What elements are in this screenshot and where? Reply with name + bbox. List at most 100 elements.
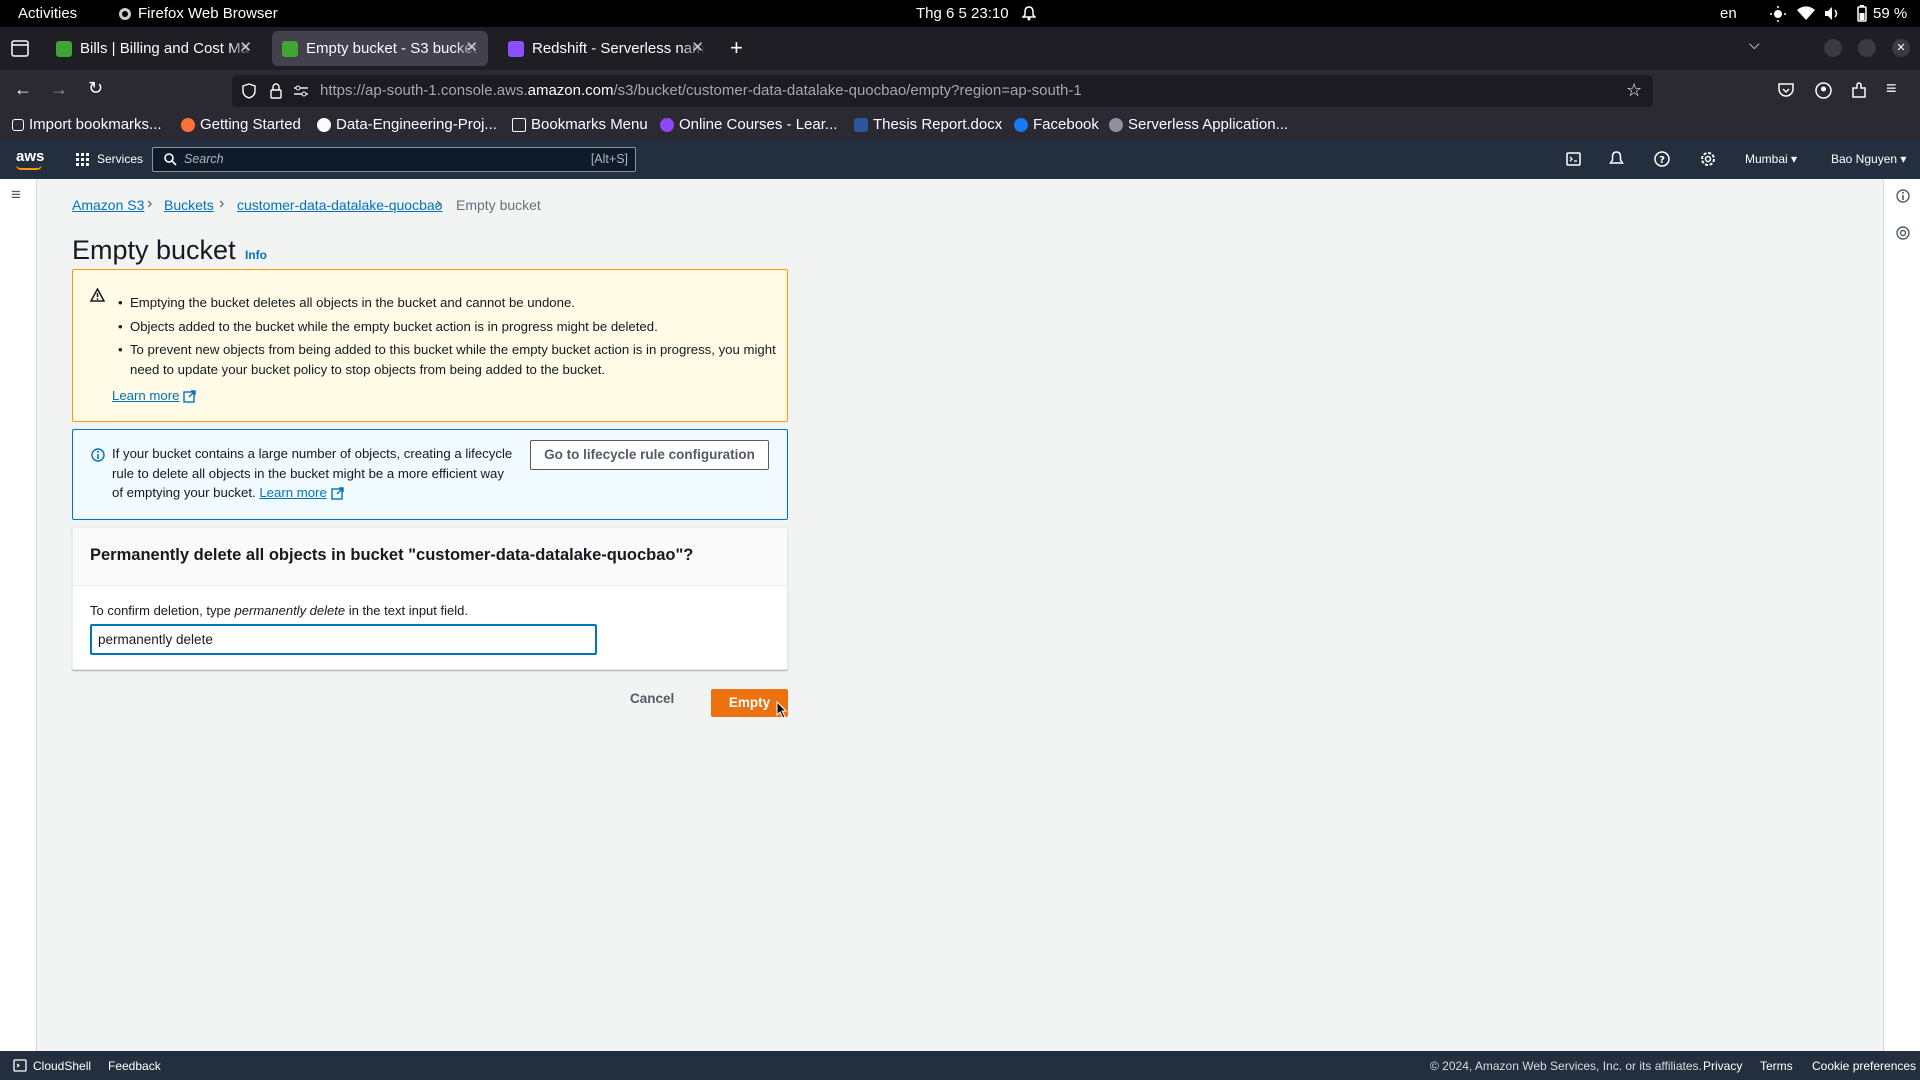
clock[interactable]: Thg 6 5 23:10 — [916, 5, 1009, 22]
activities-button[interactable]: Activities — [18, 5, 77, 22]
courses-icon — [660, 117, 674, 132]
close-tab-icon[interactable]: ✕ — [239, 38, 252, 56]
confirm-panel-header: Permanently delete all objects in bucket… — [73, 528, 787, 586]
account-icon[interactable] — [1815, 82, 1832, 99]
breadcrumb-amazon-s3[interactable]: Amazon S3 — [72, 197, 144, 213]
forward-icon[interactable]: → — [50, 79, 68, 100]
word-icon — [854, 117, 868, 132]
privacy-link[interactable]: Privacy — [1703, 1059, 1742, 1073]
lifecycle-info-alert: If your bucket contains a large number o… — [72, 429, 788, 520]
tracking-shield-icon[interactable] — [242, 83, 256, 99]
warning-alert: • Emptying the bucket deletes all object… — [72, 269, 788, 422]
info-panel-icon[interactable] — [1896, 189, 1910, 203]
bookmark-facebook[interactable]: Facebook — [1014, 116, 1099, 133]
console-footer: CloudShell Feedback © 2024, Amazon Web S… — [0, 1051, 1920, 1080]
firefox-icon — [119, 7, 131, 20]
breadcrumb-current: Empty bucket — [456, 197, 541, 213]
side-navigation-rail: ≡ — [0, 179, 37, 1051]
tab-billing[interactable]: Bills | Billing and Cost Ma ✕ — [46, 31, 262, 66]
hamburger-menu-icon[interactable]: ≡ — [1886, 78, 1897, 99]
bookmark-menu[interactable]: Bookmarks Menu — [512, 116, 648, 133]
aws-logo-smile-icon — [16, 165, 42, 170]
lifecycle-text-line: rule to delete all objects in the bucket… — [112, 466, 504, 481]
breadcrumb-chevron-icon: › — [147, 195, 153, 212]
s3-favicon-icon — [282, 40, 298, 57]
page-title: Empty bucket — [72, 235, 236, 265]
close-window-button[interactable]: ✕ — [1892, 39, 1910, 57]
permissions-icon[interactable] — [294, 84, 308, 98]
bookmarks-toolbar: Import bookmarks... Getting Started Data… — [0, 112, 1920, 139]
lifecycle-text-line: of emptying your bucket. Learn more — [112, 483, 344, 503]
search-shortcut: [Alt+S] — [590, 152, 628, 166]
bookmark-github[interactable]: Data-Engineering-Proj... — [317, 116, 497, 133]
lock-icon[interactable] — [270, 83, 282, 99]
bookmark-getting-started[interactable]: Getting Started — [181, 116, 301, 133]
warning-bullet: • Emptying the bucket deletes all object… — [118, 295, 575, 310]
app-menu[interactable]: Firefox Web Browser — [118, 5, 278, 22]
info-circle-icon — [91, 448, 105, 462]
lifecycle-learn-more[interactable]: Learn more — [259, 483, 326, 503]
search-placeholder: Search — [184, 152, 224, 166]
system-top-bar: Activities Firefox Web Browser Thg 6 5 2… — [0, 0, 1920, 27]
search-input[interactable]: Search [Alt+S] — [152, 147, 636, 172]
cookie-preferences-link[interactable]: Cookie preferences — [1812, 1059, 1916, 1073]
region-selector[interactable]: Mumbai ▾ — [1745, 152, 1797, 166]
warning-triangle-icon — [90, 288, 105, 302]
back-icon[interactable]: ← — [14, 79, 32, 100]
volume-icon — [1825, 7, 1838, 20]
bookmark-star-icon[interactable]: ☆ — [1626, 80, 1642, 101]
info-link[interactable]: Info — [245, 248, 267, 262]
bookmark-serverless[interactable]: Serverless Application... — [1109, 116, 1288, 133]
url-bar[interactable]: https://ap-south-1.console.aws.amazon.co… — [232, 75, 1653, 107]
terms-link[interactable]: Terms — [1760, 1059, 1793, 1073]
services-grid-icon[interactable] — [76, 153, 89, 166]
extensions-icon[interactable] — [1851, 82, 1868, 99]
language-indicator[interactable]: en — [1720, 5, 1737, 22]
help-icon[interactable]: ? — [1654, 151, 1670, 167]
breadcrumb-buckets[interactable]: Buckets — [164, 197, 214, 213]
tools-rail — [1883, 179, 1920, 1051]
bookmark-thesis[interactable]: Thesis Report.docx — [854, 116, 1002, 133]
settings-gear-icon[interactable] — [1700, 151, 1716, 167]
tab-strip: Bills | Billing and Cost Ma ✕ Empty buck… — [0, 27, 1920, 70]
resources-panel-icon[interactable] — [1896, 226, 1910, 240]
notifications-bell-icon[interactable] — [1609, 151, 1624, 167]
tab-empty-bucket[interactable]: Empty bucket - S3 bucket ✕ — [272, 31, 488, 66]
cloudshell-link[interactable]: CloudShell — [33, 1059, 91, 1073]
minimize-button[interactable] — [1824, 39, 1842, 57]
pocket-icon[interactable] — [1778, 83, 1794, 98]
services-menu[interactable]: Services — [97, 152, 143, 166]
warning-learn-more[interactable]: Learn more — [112, 386, 197, 406]
aws-console-header: aws Services Search [Alt+S] ? Mumbai ▾ B… — [0, 139, 1920, 179]
navigation-toolbar: ← → ↻ https://ap-south-1.console.aws.ama… — [0, 70, 1920, 112]
firefox-view-icon[interactable] — [11, 40, 29, 57]
bookmark-import[interactable]: Import bookmarks... — [12, 116, 162, 133]
import-icon — [12, 118, 24, 131]
breadcrumb-bucket[interactable]: customer-data-datalake-quocbao — [237, 197, 442, 213]
close-tab-icon[interactable]: ✕ — [691, 38, 704, 56]
cloudshell-icon[interactable] — [1566, 152, 1581, 166]
reload-icon[interactable]: ↻ — [88, 78, 103, 99]
search-icon — [164, 153, 177, 166]
confirm-deletion-input[interactable] — [90, 624, 597, 655]
facebook-icon — [1014, 117, 1028, 132]
bell-icon — [1022, 6, 1036, 21]
bookmark-online-courses[interactable]: Online Courses - Lear... — [660, 116, 837, 133]
feedback-link[interactable]: Feedback — [108, 1059, 161, 1073]
lifecycle-text-line: If your bucket contains a large number o… — [112, 446, 513, 461]
list-tabs-icon[interactable]: ⌵ — [1749, 36, 1760, 53]
url-text[interactable]: https://ap-south-1.console.aws.amazon.co… — [320, 82, 1082, 99]
close-tab-icon[interactable]: ✕ — [465, 38, 478, 56]
account-menu[interactable]: Bao Nguyen ▾ — [1831, 152, 1906, 166]
wifi-icon — [1797, 6, 1815, 21]
brightness-icon — [1770, 6, 1786, 22]
cancel-button[interactable]: Cancel — [630, 691, 674, 706]
menu-toggle-icon[interactable]: ≡ — [11, 185, 21, 205]
maximize-button[interactable] — [1858, 39, 1876, 57]
tab-redshift[interactable]: Redshift - Serverless nam ✕ — [498, 31, 714, 66]
lifecycle-rule-button[interactable]: Go to lifecycle rule configuration — [530, 440, 769, 470]
aws-logo[interactable]: aws — [16, 148, 44, 165]
github-icon — [317, 117, 331, 132]
confirm-instruction: To confirm deletion, type permanently de… — [90, 603, 468, 618]
new-tab-icon[interactable]: + — [730, 35, 743, 61]
